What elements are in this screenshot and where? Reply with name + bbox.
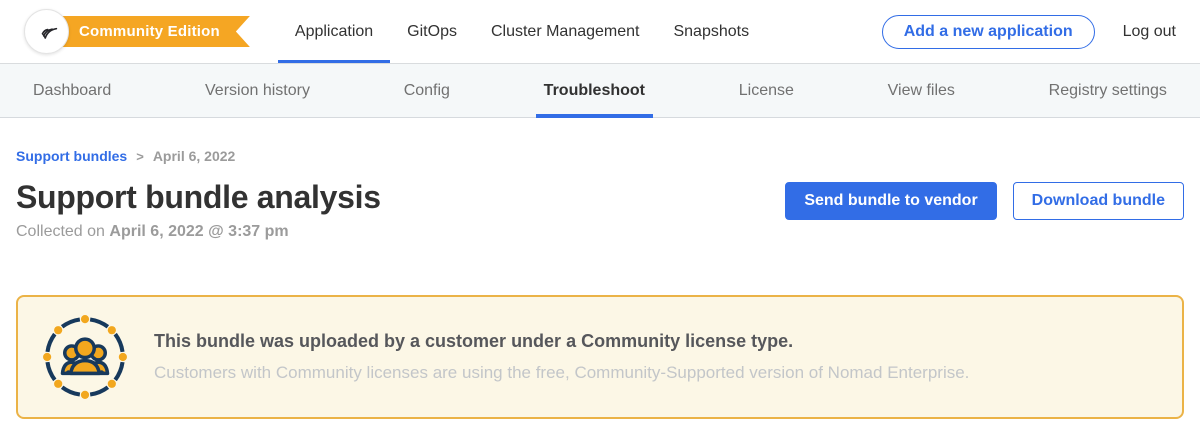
community-people-icon: [42, 314, 128, 400]
community-edition-badge: Community Edition: [47, 16, 250, 47]
collected-prefix: Collected on: [16, 223, 105, 240]
subnav-item-troubleshoot[interactable]: Troubleshoot: [536, 64, 653, 118]
subnav-item-config[interactable]: Config: [396, 64, 458, 118]
banner-title: This bundle was uploaded by a customer u…: [154, 331, 969, 352]
banner-subtitle: Customers with Community licenses are us…: [154, 363, 969, 383]
subnav-item-view-files[interactable]: View files: [880, 64, 963, 118]
breadcrumb-support-bundles-link[interactable]: Support bundles: [16, 148, 127, 164]
collected-timestamp: Collected on April 6, 2022 @ 3:37 pm: [16, 223, 381, 241]
app-logo[interactable]: [24, 9, 69, 54]
collected-date: April 6, 2022 @ 3:37 pm: [109, 223, 288, 240]
breadcrumb-current: April 6, 2022: [153, 148, 236, 164]
main-content: Support bundles > April 6, 2022 Support …: [0, 148, 1200, 419]
tab-gitops[interactable]: GitOps: [390, 0, 474, 63]
bundle-actions: Send bundle to vendor Download bundle: [785, 182, 1184, 220]
send-bundle-to-vendor-button[interactable]: Send bundle to vendor: [785, 182, 996, 220]
tab-cluster-management[interactable]: Cluster Management: [474, 0, 657, 63]
page-title: Support bundle analysis: [16, 179, 381, 216]
banner-text: This bundle was uploaded by a customer u…: [154, 331, 969, 383]
title-block: Support bundle analysis Collected on Apr…: [16, 179, 381, 241]
add-new-application-button[interactable]: Add a new application: [882, 15, 1095, 49]
title-row: Support bundle analysis Collected on Apr…: [16, 179, 1184, 241]
download-bundle-button[interactable]: Download bundle: [1013, 182, 1184, 220]
logout-link[interactable]: Log out: [1123, 23, 1176, 41]
tab-snapshots[interactable]: Snapshots: [656, 0, 766, 63]
replicated-logo-icon: [33, 15, 61, 48]
subnav-item-registry-settings[interactable]: Registry settings: [1041, 64, 1175, 118]
tab-application[interactable]: Application: [278, 0, 390, 63]
breadcrumb-separator: >: [136, 149, 144, 164]
community-license-banner: This bundle was uploaded by a customer u…: [16, 295, 1184, 419]
subnav-item-version-history[interactable]: Version history: [197, 64, 318, 118]
primary-nav: Application GitOps Cluster Management Sn…: [278, 0, 766, 63]
app-subnav: Dashboard Version history Config Trouble…: [0, 63, 1200, 118]
subnav-item-license[interactable]: License: [731, 64, 802, 118]
top-header: Community Edition Application GitOps Clu…: [0, 0, 1200, 63]
breadcrumb: Support bundles > April 6, 2022: [16, 148, 1184, 164]
subnav-item-dashboard[interactable]: Dashboard: [25, 64, 119, 118]
